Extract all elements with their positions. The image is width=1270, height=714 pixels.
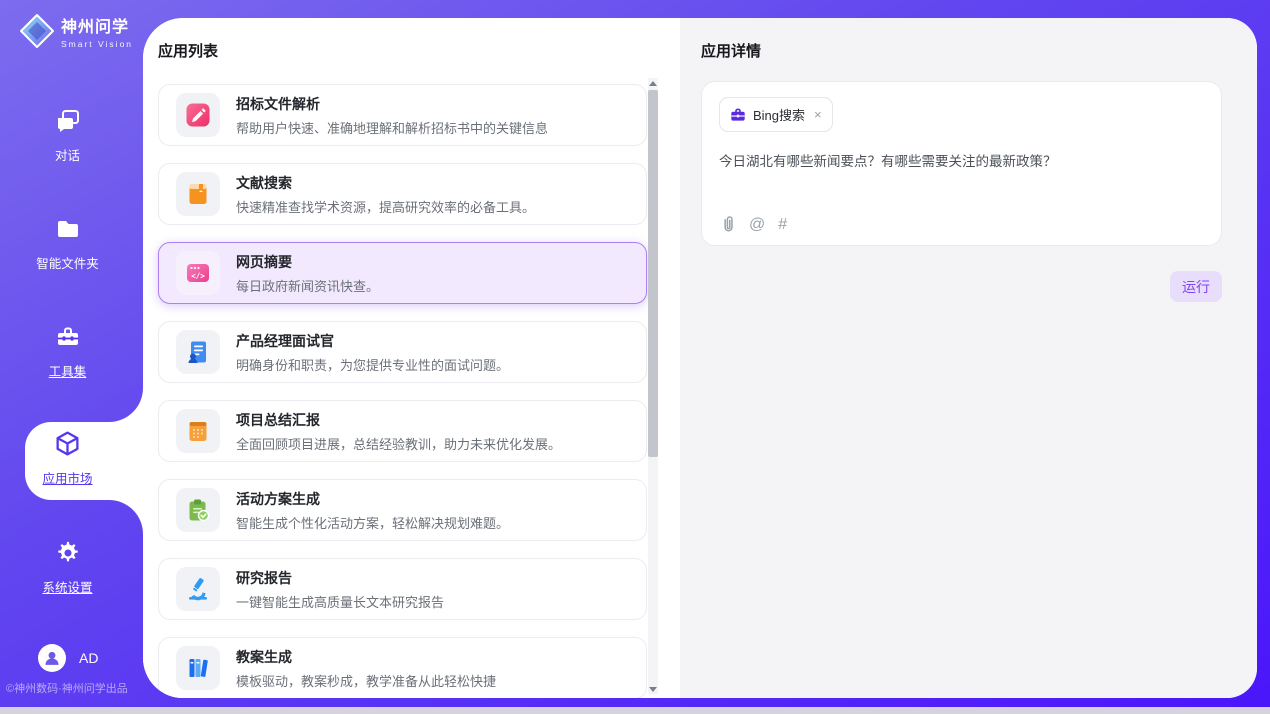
app-name: 研究报告 bbox=[236, 568, 444, 588]
sidebar-item-toolset[interactable]: 工具集 bbox=[0, 324, 135, 380]
avatar bbox=[38, 644, 66, 672]
hash-icon[interactable]: # bbox=[778, 216, 787, 234]
triangle-up-icon bbox=[649, 81, 657, 86]
person-icon bbox=[42, 648, 62, 668]
app-name: 教案生成 bbox=[236, 647, 496, 667]
app-card-literature-search[interactable]: 文献搜索 快速精准查找学术资源，提高研究效率的必备工具。 bbox=[158, 163, 647, 225]
app-list-title: 应用列表 bbox=[158, 40, 218, 61]
sidebar-item-label: 工具集 bbox=[0, 361, 135, 380]
app-card-research-report[interactable]: 研究报告 一键智能生成高质量长文本研究报告 bbox=[158, 558, 647, 620]
logo: 神州问学 Smart Vision bbox=[20, 13, 133, 49]
app-desc: 明确身份和职责，为您提供专业性的面试问题。 bbox=[236, 355, 509, 374]
app-desc: 一键智能生成高质量长文本研究报告 bbox=[236, 592, 444, 611]
app-name: 文献搜索 bbox=[236, 173, 535, 193]
app-desc: 模板驱动，教案秒成，教学准备从此轻松快捷 bbox=[236, 671, 496, 690]
scrollbar-thumb[interactable] bbox=[648, 90, 658, 457]
app-desc: 快速精准查找学术资源，提高研究效率的必备工具。 bbox=[236, 197, 535, 216]
sidebar-item-app-market[interactable]: 应用市场 bbox=[0, 430, 135, 487]
triangle-down-icon bbox=[649, 687, 657, 692]
toolbox-icon bbox=[55, 324, 81, 350]
logo-title: 神州问学 bbox=[61, 13, 133, 37]
app-window: 神州问学 Smart Vision 对话 智能文件夹 bbox=[0, 0, 1270, 714]
query-input[interactable]: 今日湖北有哪些新闻要点？有哪些需要关注的最新政策？ bbox=[719, 152, 1199, 172]
app-detail-title: 应用详情 bbox=[701, 40, 761, 61]
input-toolbar: @ # bbox=[719, 215, 787, 234]
book-icon bbox=[185, 181, 211, 207]
logo-subtitle: Smart Vision bbox=[61, 39, 133, 49]
app-desc: 智能生成个性化活动方案，轻松解决规划难题。 bbox=[236, 513, 509, 532]
app-name: 网页摘要 bbox=[236, 252, 379, 272]
app-card-project-summary[interactable]: 项目总结汇报 全面回顾项目进展，总结经验教训，助力未来优化发展。 bbox=[158, 400, 647, 462]
tool-tag-bing-search[interactable]: Bing搜索 × bbox=[719, 97, 833, 132]
svg-text:</>: </> bbox=[191, 272, 205, 281]
folder-icon bbox=[55, 216, 81, 242]
app-desc: 全面回顾项目进展，总结经验教训，助力未来优化发展。 bbox=[236, 434, 561, 453]
books-icon bbox=[185, 655, 211, 681]
sidebar-item-label: 应用市场 bbox=[0, 468, 135, 487]
app-detail-panel: 应用详情 Bing搜索 × 今日湖北有哪些新闻要点？有哪些需要关注的最新政策？ bbox=[680, 18, 1257, 698]
app-card-lesson-plan[interactable]: 教案生成 模板驱动，教案秒成，教学准备从此轻松快捷 bbox=[158, 637, 647, 698]
sidebar-item-smart-folder[interactable]: 智能文件夹 bbox=[0, 216, 135, 272]
tool-tag-close-icon[interactable]: × bbox=[814, 107, 822, 122]
sidebar-item-chat[interactable]: 对话 bbox=[0, 108, 135, 164]
app-card-pm-interviewer[interactable]: 产品经理面试官 明确身份和职责，为您提供专业性的面试问题。 bbox=[158, 321, 647, 383]
copyright-text: ©神州数码·神州问学出品 bbox=[6, 680, 128, 696]
notepad-icon bbox=[185, 418, 211, 444]
app-card-bid-doc-parse[interactable]: 招标文件解析 帮助用户快速、准确地理解和解析招标书中的关键信息 bbox=[158, 84, 647, 146]
prompt-card: Bing搜索 × 今日湖北有哪些新闻要点？有哪些需要关注的最新政策？ @ # bbox=[701, 81, 1222, 246]
cube-icon bbox=[54, 430, 81, 457]
mention-icon[interactable]: @ bbox=[749, 216, 765, 234]
app-name: 产品经理面试官 bbox=[236, 331, 509, 351]
app-desc: 帮助用户快速、准确地理解和解析招标书中的关键信息 bbox=[236, 118, 548, 137]
clipboard-check-icon bbox=[185, 497, 211, 523]
user-name: AD bbox=[79, 650, 98, 666]
app-desc: 每日政府新闻资讯快查。 bbox=[236, 276, 379, 295]
microscope-icon bbox=[185, 576, 211, 602]
doc-person-icon bbox=[185, 339, 211, 365]
sidebar-item-label: 智能文件夹 bbox=[0, 253, 135, 272]
sidebar-item-label: 系统设置 bbox=[0, 577, 135, 596]
chat-icon bbox=[55, 108, 81, 134]
sidebar-item-settings[interactable]: 系统设置 bbox=[0, 540, 135, 596]
app-list-panel: 应用列表 招标文件解析 帮助用户快速、准确地 bbox=[143, 18, 680, 698]
bottom-edge bbox=[0, 707, 1270, 714]
app-name: 活动方案生成 bbox=[236, 489, 509, 509]
doc-edit-icon bbox=[185, 102, 211, 128]
scroll-down-button[interactable] bbox=[648, 684, 658, 694]
main-content: 应用列表 招标文件解析 帮助用户快速、准确地 bbox=[143, 18, 1257, 698]
logo-diamond-icon bbox=[20, 14, 54, 48]
app-list-scrollbar[interactable] bbox=[648, 78, 658, 694]
app-list: 招标文件解析 帮助用户快速、准确地理解和解析招标书中的关键信息 bbox=[158, 84, 647, 698]
briefcase-icon bbox=[730, 107, 746, 123]
app-card-event-plan[interactable]: 活动方案生成 智能生成个性化活动方案，轻松解决规划难题。 bbox=[158, 479, 647, 541]
paperclip-icon[interactable] bbox=[719, 215, 736, 234]
user-account[interactable]: AD bbox=[38, 644, 98, 672]
tool-tag-label: Bing搜索 bbox=[753, 105, 805, 124]
sidebar-item-label: 对话 bbox=[0, 145, 135, 164]
gear-icon bbox=[55, 540, 81, 566]
run-button[interactable]: 运行 bbox=[1170, 271, 1222, 302]
sidebar: 神州问学 Smart Vision 对话 智能文件夹 bbox=[0, 0, 143, 707]
app-card-web-summary[interactable]: </> 网页摘要 每日政府新闻资讯快查。 bbox=[158, 242, 647, 304]
app-name: 项目总结汇报 bbox=[236, 410, 561, 430]
app-name: 招标文件解析 bbox=[236, 94, 548, 114]
browser-code-icon: </> bbox=[185, 260, 211, 286]
scroll-up-button[interactable] bbox=[648, 78, 658, 88]
